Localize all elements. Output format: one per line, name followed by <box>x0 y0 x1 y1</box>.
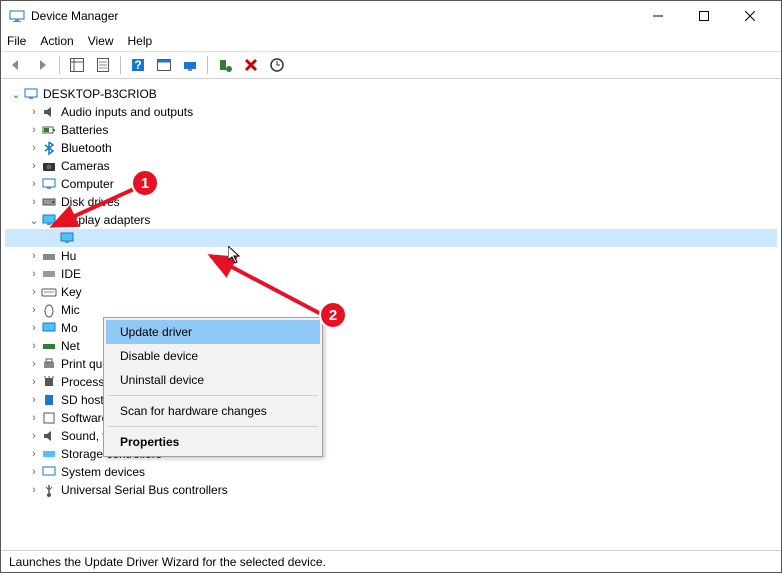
close-button[interactable] <box>727 1 773 31</box>
context-update-driver[interactable]: Update driver <box>106 320 320 344</box>
toolbar-divider <box>120 56 121 74</box>
tree-category[interactable]: ›Computer <box>5 175 777 193</box>
chevron-right-icon[interactable]: › <box>27 465 41 479</box>
computer-icon <box>23 86 39 102</box>
window-title: Device Manager <box>31 9 635 23</box>
system-icon <box>41 464 57 480</box>
tree-category[interactable]: ›Cameras <box>5 157 777 175</box>
usb-icon <box>41 482 57 498</box>
update-button[interactable] <box>266 54 288 76</box>
tree-category[interactable]: ›Disk drives <box>5 193 777 211</box>
bluetooth-icon <box>41 140 57 156</box>
tree-category[interactable]: ›Batteries <box>5 121 777 139</box>
chevron-right-icon[interactable]: › <box>27 483 41 497</box>
tree-device-selected[interactable] <box>5 229 777 247</box>
context-separator <box>108 426 318 427</box>
chevron-down-icon[interactable]: ⌄ <box>27 213 41 227</box>
chevron-right-icon[interactable]: › <box>27 429 41 443</box>
chevron-right-icon[interactable]: › <box>27 159 41 173</box>
context-separator <box>108 395 318 396</box>
chevron-right-icon[interactable]: › <box>27 177 41 191</box>
chevron-right-icon[interactable]: › <box>27 267 41 281</box>
tree-category[interactable]: ›Hu <box>5 247 777 265</box>
menu-action[interactable]: Action <box>40 34 73 48</box>
chevron-right-icon[interactable]: › <box>27 249 41 263</box>
enable-button[interactable] <box>214 54 236 76</box>
keyboard-icon <box>41 284 57 300</box>
properties-button[interactable] <box>92 54 114 76</box>
context-disable-device[interactable]: Disable device <box>106 344 320 368</box>
chevron-right-icon[interactable]: › <box>27 303 41 317</box>
uninstall-button[interactable] <box>240 54 262 76</box>
toolbar: ? <box>1 51 781 79</box>
annotation-1: 1 <box>131 169 159 197</box>
context-scan-hardware[interactable]: Scan for hardware changes <box>106 399 320 423</box>
tree-category[interactable]: ›IDE <box>5 265 777 283</box>
chevron-right-icon[interactable]: › <box>27 411 41 425</box>
storage-icon <box>41 446 57 462</box>
mouse-icon <box>41 302 57 318</box>
tree-category[interactable]: ›Universal Serial Bus controllers <box>5 481 777 499</box>
context-uninstall-device[interactable]: Uninstall device <box>106 368 320 392</box>
sound-icon <box>41 428 57 444</box>
action-button[interactable] <box>153 54 175 76</box>
sd-icon <box>41 392 57 408</box>
chevron-right-icon[interactable]: › <box>27 141 41 155</box>
battery-icon <box>41 122 57 138</box>
chevron-right-icon[interactable]: › <box>27 393 41 407</box>
context-properties[interactable]: Properties <box>106 430 320 454</box>
network-icon <box>41 338 57 354</box>
monitor-icon <box>41 320 57 336</box>
computer-icon <box>41 176 57 192</box>
chevron-down-icon[interactable]: ⌄ <box>9 87 23 101</box>
chevron-right-icon[interactable]: › <box>27 447 41 461</box>
statusbar-text: Launches the Update Driver Wizard for th… <box>9 555 326 569</box>
chevron-right-icon[interactable]: › <box>27 195 41 209</box>
camera-icon <box>41 158 57 174</box>
tree-root[interactable]: ⌄ DESKTOP-B3CRIOB <box>5 85 777 103</box>
chevron-right-icon[interactable]: › <box>27 339 41 353</box>
minimize-button[interactable] <box>635 1 681 31</box>
hid-icon <box>41 248 57 264</box>
tree-category[interactable]: ›Key <box>5 283 777 301</box>
menu-file[interactable]: File <box>7 34 26 48</box>
help-button[interactable]: ? <box>127 54 149 76</box>
disk-icon <box>41 194 57 210</box>
software-icon <box>41 410 57 426</box>
chevron-right-icon[interactable]: › <box>27 375 41 389</box>
tree-content: ⌄ DESKTOP-B3CRIOB ›Audio inputs and outp… <box>1 79 781 550</box>
svg-text:?: ? <box>134 58 141 72</box>
annotation-2: 2 <box>319 301 347 329</box>
display-icon <box>41 212 57 228</box>
tree-category-display-adapters[interactable]: ⌄Display adapters <box>5 211 777 229</box>
context-menu: Update driver Disable device Uninstall d… <box>103 317 323 457</box>
tree-category[interactable]: ›Audio inputs and outputs <box>5 103 777 121</box>
ide-icon <box>41 266 57 282</box>
app-icon <box>9 8 25 24</box>
tree-category[interactable]: ›Bluetooth <box>5 139 777 157</box>
show-hidden-button[interactable] <box>66 54 88 76</box>
menu-help[interactable]: Help <box>128 34 153 48</box>
toolbar-divider <box>59 56 60 74</box>
tree-root-label: DESKTOP-B3CRIOB <box>43 87 157 101</box>
display-icon <box>59 230 75 246</box>
printer-icon <box>41 356 57 372</box>
toolbar-divider <box>207 56 208 74</box>
chevron-right-icon[interactable]: › <box>27 105 41 119</box>
chevron-right-icon[interactable]: › <box>27 123 41 137</box>
back-button[interactable] <box>5 54 27 76</box>
processor-icon <box>41 374 57 390</box>
menu-view[interactable]: View <box>88 34 114 48</box>
forward-button[interactable] <box>31 54 53 76</box>
maximize-button[interactable] <box>681 1 727 31</box>
scan-button[interactable] <box>179 54 201 76</box>
tree-category[interactable]: ›System devices <box>5 463 777 481</box>
audio-icon <box>41 104 57 120</box>
chevron-right-icon[interactable]: › <box>27 285 41 299</box>
statusbar: Launches the Update Driver Wizard for th… <box>1 550 781 572</box>
menubar: File Action View Help <box>1 31 781 51</box>
chevron-right-icon[interactable]: › <box>27 321 41 335</box>
chevron-right-icon[interactable]: › <box>27 357 41 371</box>
titlebar: Device Manager <box>1 1 781 31</box>
